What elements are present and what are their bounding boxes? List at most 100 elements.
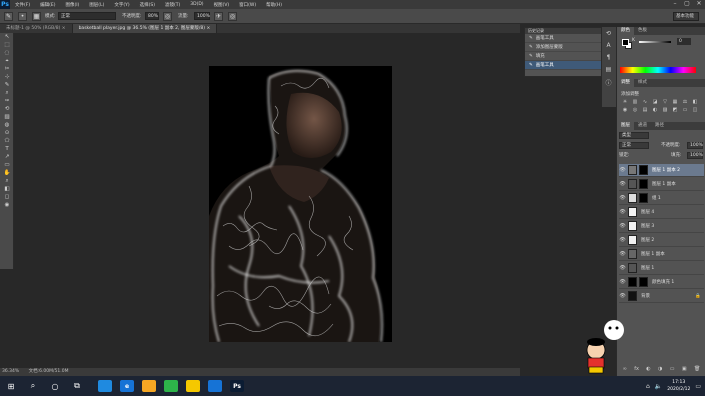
menu-item-3[interactable]: 图层(L) xyxy=(84,2,109,8)
tab-untitled[interactable]: 未标题-1 @ 50% (RGB/8) × xyxy=(0,24,73,33)
threshold-icon[interactable]: ◩ xyxy=(671,107,679,114)
vibrance-icon[interactable]: ▽ xyxy=(661,99,669,106)
layer-row[interactable]: 👁 图层 3 xyxy=(619,220,704,233)
layer-thumbnail[interactable] xyxy=(628,193,637,203)
zoom-readout[interactable]: 36.34% xyxy=(0,369,19,374)
layer-row[interactable]: 👁 图层 1 副本 xyxy=(619,248,704,261)
info-icon[interactable]: ⓘ xyxy=(604,78,613,87)
layer-mask-thumbnail[interactable] xyxy=(639,277,648,287)
menu-item-2[interactable]: 图像(I) xyxy=(60,2,84,8)
pressure-opacity-icon[interactable]: ◎ xyxy=(163,12,172,21)
tool-icon-10[interactable]: ▨ xyxy=(2,114,12,121)
layer-mask-thumbnail[interactable] xyxy=(639,193,648,203)
tool-icon-4[interactable]: ✂ xyxy=(2,66,12,73)
taskbar-app[interactable]: Ps xyxy=(228,378,246,394)
notification-icon[interactable]: ▭ xyxy=(695,383,701,390)
tool-icon-6[interactable]: ✎ xyxy=(2,82,12,89)
paragraph-icon[interactable]: ¶ xyxy=(604,54,613,63)
color-spectrum[interactable] xyxy=(620,67,696,73)
posterize-icon[interactable]: ▨ xyxy=(661,107,669,114)
taskbar-app[interactable] xyxy=(206,378,224,394)
brush-panel-icon[interactable]: ▦ xyxy=(32,12,41,21)
visibility-eye-icon[interactable]: 👁 xyxy=(619,167,626,173)
tool-icon-0[interactable]: ↖ xyxy=(2,34,12,41)
taskbar-app[interactable] xyxy=(140,378,158,394)
gradient-map-icon[interactable]: ▭ xyxy=(681,107,689,114)
properties-icon[interactable]: ▤ xyxy=(604,66,613,75)
taskbar-app[interactable] xyxy=(184,378,202,394)
visibility-eye-icon[interactable]: 👁 xyxy=(619,209,626,215)
menu-item-7[interactable]: 3D(D) xyxy=(185,2,208,8)
foreground-color-swatch[interactable] xyxy=(622,39,629,46)
network-icon[interactable]: ⌂ xyxy=(646,383,650,390)
blend-mode-select[interactable]: 正常 xyxy=(619,142,649,149)
curves-icon[interactable]: ∿ xyxy=(641,99,649,106)
layer-thumbnail[interactable] xyxy=(628,165,637,175)
menu-item-1[interactable]: 编辑(E) xyxy=(35,2,60,8)
layer-opacity-field[interactable]: 100% xyxy=(687,142,703,149)
tool-icon-19[interactable]: ◧ xyxy=(2,186,12,193)
layer-mask-thumbnail[interactable] xyxy=(639,165,648,175)
layer-row[interactable]: 👁 背景 🔒 xyxy=(619,290,704,303)
brush-tool-icon[interactable]: ✎ xyxy=(4,12,13,21)
menu-item-5[interactable]: 选择(S) xyxy=(135,2,160,8)
minimize-button[interactable]: – xyxy=(671,0,679,8)
menu-item-6[interactable]: 滤镜(T) xyxy=(160,2,185,8)
tool-icon-17[interactable]: ✋ xyxy=(2,170,12,177)
tab-paths[interactable]: 路径 xyxy=(651,122,668,130)
layer-row[interactable]: 👁 组 1 xyxy=(619,192,704,205)
cortana-icon[interactable]: ○ xyxy=(46,378,64,394)
visibility-eye-icon[interactable]: 👁 xyxy=(619,251,626,257)
layer-action-icon[interactable]: 🗑 xyxy=(694,366,700,374)
layer-row[interactable]: 👁 图层 4 xyxy=(619,206,704,219)
color-lookup-icon[interactable]: ▤ xyxy=(641,107,649,114)
channel-mixer-icon[interactable]: ◎ xyxy=(631,107,639,114)
tool-icon-5[interactable]: ⊹ xyxy=(2,74,12,81)
visibility-eye-icon[interactable]: 👁 xyxy=(619,181,626,187)
visibility-eye-icon[interactable]: 👁 xyxy=(619,195,626,201)
selective-color-icon[interactable]: ◫ xyxy=(691,107,699,114)
menu-item-9[interactable]: 窗口(W) xyxy=(234,2,261,8)
visibility-eye-icon[interactable]: 👁 xyxy=(619,237,626,243)
layer-fill-field[interactable]: 100% xyxy=(687,152,703,159)
visibility-eye-icon[interactable]: 👁 xyxy=(619,265,626,271)
invert-icon[interactable]: ◐ xyxy=(651,107,659,114)
airbrush-icon[interactable]: ✈ xyxy=(214,12,223,21)
tool-icon-18[interactable]: ⌕ xyxy=(2,178,12,185)
layer-thumbnail[interactable] xyxy=(628,291,637,301)
tool-icon-20[interactable]: ◻ xyxy=(2,194,12,201)
layer-row[interactable]: 👁 颜色填充 1 xyxy=(619,276,704,289)
taskbar-app[interactable]: e xyxy=(118,378,136,394)
color-balance-icon[interactable]: ⚖ xyxy=(681,99,689,106)
layer-thumbnail[interactable] xyxy=(628,249,637,259)
tool-icon-14[interactable]: T xyxy=(2,146,12,153)
layer-action-icon[interactable]: ▣ xyxy=(682,366,687,374)
layer-action-icon[interactable]: ◐ xyxy=(646,366,650,374)
tool-icon-8[interactable]: ✑ xyxy=(2,98,12,105)
document-canvas[interactable] xyxy=(209,66,392,342)
taskbar-app[interactable] xyxy=(162,378,180,394)
exposure-icon[interactable]: ◪ xyxy=(651,99,659,106)
black-white-icon[interactable]: ◧ xyxy=(691,99,699,106)
k-channel-value[interactable]: 0 xyxy=(677,38,691,45)
layer-action-icon[interactable]: ▭ xyxy=(670,366,675,374)
visibility-eye-icon[interactable]: 👁 xyxy=(619,279,626,285)
taskbar-app[interactable] xyxy=(96,378,114,394)
layer-row[interactable]: 👁 图层 1 xyxy=(619,262,704,275)
brush-size-icon[interactable]: • xyxy=(18,12,27,21)
tool-icon-21[interactable]: ◉ xyxy=(2,202,12,209)
close-button[interactable]: ✕ xyxy=(695,0,703,8)
clock[interactable]: 17:13 2020/2/12 xyxy=(667,379,690,393)
pressure-size-icon[interactable]: ◎ xyxy=(228,12,237,21)
history-icon[interactable]: ⟲ xyxy=(604,30,613,39)
tab-color[interactable]: 颜色 xyxy=(617,27,634,35)
menu-item-4[interactable]: 文字(Y) xyxy=(109,2,134,8)
k-channel-slider[interactable] xyxy=(639,41,671,43)
task-view-icon[interactable]: ⧉ xyxy=(68,378,86,394)
hue-saturation-icon[interactable]: ▦ xyxy=(671,99,679,106)
layer-action-icon[interactable]: ◑ xyxy=(658,366,662,374)
visibility-eye-icon[interactable]: 👁 xyxy=(619,293,626,299)
opacity-field[interactable]: 80% xyxy=(145,12,159,20)
maximize-button[interactable]: ▢ xyxy=(683,0,691,8)
tab-channels[interactable]: 通道 xyxy=(634,122,651,130)
